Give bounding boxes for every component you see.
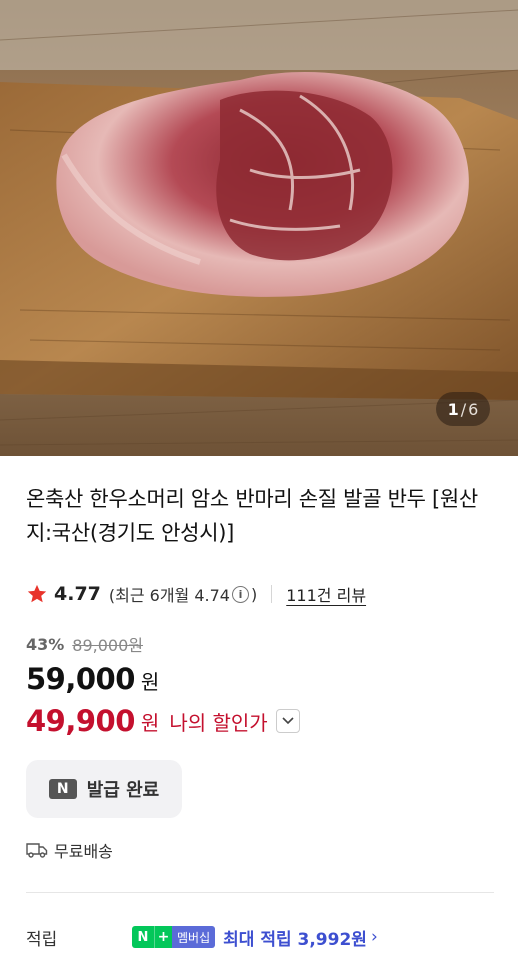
product-image[interactable]: 1 / 6 <box>0 0 518 456</box>
max-points: 최대 적립 3,992원 <box>223 929 367 950</box>
info-icon[interactable]: i <box>232 585 249 603</box>
pager-total: 6 <box>468 399 479 419</box>
star-icon <box>27 584 47 603</box>
points-row[interactable]: 적립 N + 멤버십 최대 적립 3,992원 › <box>26 922 494 952</box>
product-photo <box>0 0 518 456</box>
my-price-row[interactable]: 49,900 원 나의 할인가 <box>26 704 300 738</box>
my-price-toggle[interactable] <box>275 709 300 733</box>
naver-n-icon: N <box>48 779 77 799</box>
review-count-link[interactable]: 111건 리뷰 <box>286 582 366 606</box>
recent-rating-label: (최근 6개월 4.74 <box>108 586 230 605</box>
chevron-right-icon: › <box>370 927 378 947</box>
pager-separator: / <box>460 399 467 419</box>
pager-current: 1 <box>447 399 459 419</box>
rating-row: 4.77 (최근 6개월 4.74 i ) 111건 리뷰 <box>26 580 494 608</box>
shipping-row: 무료배송 <box>26 838 113 862</box>
coupon-label: 발급 완료 <box>86 780 160 801</box>
rating-value: 4.77 <box>54 583 101 605</box>
rating-divider <box>271 585 273 603</box>
my-discount-price: 49,900 <box>26 704 135 738</box>
image-pager: 1 / 6 <box>436 392 490 426</box>
coupon-issued-button[interactable]: N 발급 완료 <box>26 760 182 818</box>
discount-rate: 43% <box>26 634 65 654</box>
recent-rating-close: ) <box>251 584 258 604</box>
plus-icon: + <box>154 926 172 948</box>
my-price-unit: 원 <box>140 710 160 735</box>
product-title: 온축산 한우소머리 암소 반마리 손질 발골 반두 [원산지:국산(경기도 안성… <box>26 487 478 545</box>
original-price: 89,000원 <box>72 636 144 655</box>
naver-n-badge: N <box>132 926 154 948</box>
section-divider <box>26 892 494 893</box>
my-price-label: 나의 할인가 <box>169 710 268 735</box>
recent-rating: (최근 6개월 4.74 i ) <box>109 582 257 606</box>
sale-price-unit: 원 <box>140 670 160 694</box>
sale-price: 59,000 <box>26 662 135 696</box>
discount-row: 43% 89,000원 <box>26 632 143 656</box>
price-row: 59,000 원 <box>26 662 159 696</box>
naver-plus-membership-badge: N + 멤버십 <box>132 926 216 948</box>
chevron-down-icon <box>282 717 294 725</box>
shipping-label: 무료배송 <box>54 842 113 861</box>
points-title: 적립 <box>26 929 58 950</box>
truck-icon <box>26 843 48 858</box>
membership-label: 멤버십 <box>172 926 216 948</box>
